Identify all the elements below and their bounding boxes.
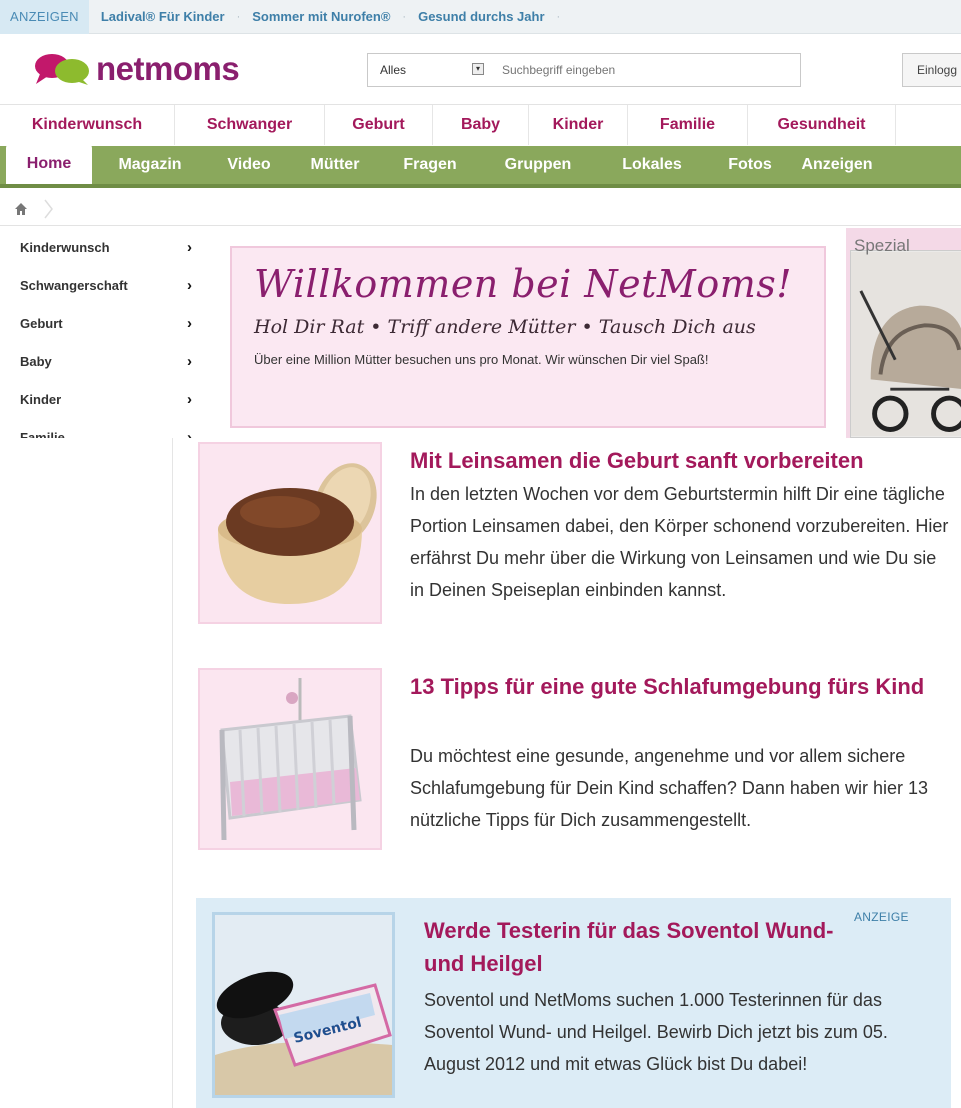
sponsored-links-bar: ANZEIGEN Ladival® Für Kinder · Sommer mi…	[0, 0, 961, 34]
tab-muetter[interactable]: Mütter	[290, 146, 380, 184]
sidebar-item-kinder[interactable]: Kinder ›	[0, 380, 212, 418]
spezial-label: Spezial	[854, 236, 910, 255]
sidebar-item-label: Kinder	[20, 391, 62, 407]
ad-link-gesund[interactable]: Gesund durchs Jahr	[406, 9, 556, 24]
main-nav: Home Magazin Video Mütter Fragen Gruppen…	[0, 144, 961, 188]
sidebar-item-label: Kinderwunsch	[20, 239, 110, 255]
ad-thumbnail[interactable]: Soventol	[212, 912, 395, 1098]
cat-baby[interactable]: Baby	[433, 105, 529, 145]
sidebar-item-label: Geburt	[20, 315, 63, 331]
welcome-title: Willkommen bei NetMoms!	[254, 262, 793, 306]
spezial-panel: Spezial	[846, 228, 961, 438]
speech-bubbles-icon	[35, 54, 89, 85]
tab-fotos[interactable]: Fotos	[708, 146, 792, 184]
ad-teaser: Soventol und NetMoms suchen 1.000 Tester…	[424, 990, 888, 1074]
home-icon[interactable]	[14, 202, 28, 216]
article-teaser: Du möchtest eine gesunde, angenehme und …	[410, 746, 929, 830]
breadcrumb	[0, 192, 961, 226]
netmoms-logo[interactable]: netmoms	[32, 50, 240, 88]
column-divider	[172, 438, 173, 1108]
sidebar-item-schwangerschaft[interactable]: Schwangerschaft ›	[0, 266, 212, 304]
article-teaser: In den letzten Wochen vor dem Geburtster…	[410, 484, 949, 600]
chevron-right-icon: ›	[187, 276, 192, 294]
tab-video[interactable]: Video	[208, 146, 290, 184]
cat-schwanger[interactable]: Schwanger	[175, 105, 325, 145]
sidebar-item-label: Familie	[20, 429, 65, 439]
stroller-icon	[851, 251, 961, 437]
logo-wordmark: netmoms	[96, 50, 240, 87]
cat-familie[interactable]: Familie	[628, 105, 748, 145]
stroller-image[interactable]	[850, 250, 961, 438]
dropdown-arrow-icon[interactable]: ▾	[472, 63, 484, 75]
ad-link-ladival[interactable]: Ladival® Für Kinder	[89, 9, 237, 24]
welcome-subtitle: Hol Dir Rat • Triff andere Mütter • Taus…	[254, 316, 756, 338]
category-nav: Kinderwunsch Schwanger Geburt Baby Kinde…	[0, 104, 961, 145]
separator-dot: ·	[556, 10, 561, 23]
sidebar-item-geburt[interactable]: Geburt ›	[0, 304, 212, 342]
sidebar-item-label: Baby	[20, 353, 52, 369]
search-scope-value: Alles	[380, 63, 407, 77]
article-thumbnail[interactable]	[198, 442, 382, 624]
search-bar: Alles ▾	[367, 53, 801, 87]
tab-anzeigen[interactable]: Anzeigen	[792, 146, 882, 184]
site-header: netmoms Alles ▾ Einlogg	[0, 34, 961, 102]
ad-title[interactable]: Werde Testerin für das Soventol Wund- un…	[424, 914, 844, 980]
sidebar-item-familie[interactable]: Familie ›	[0, 418, 212, 439]
welcome-text: Über eine Million Mütter besuchen uns pr…	[254, 352, 709, 367]
sidebar-item-label: Schwangerschaft	[20, 277, 128, 293]
sunglasses-product-icon: Soventol	[215, 915, 392, 1095]
sidebar-nav: Kinderwunsch › Schwangerschaft › Geburt › B…	[0, 228, 212, 439]
flaxseed-bowl-icon	[218, 463, 377, 604]
tab-home[interactable]: Home	[6, 144, 92, 184]
search-scope-select[interactable]: Alles ▾	[368, 54, 498, 86]
crib-icon	[219, 678, 362, 841]
login-button[interactable]: Einlogg	[902, 53, 961, 87]
chevron-right-icon: ›	[187, 238, 192, 256]
sidebar-item-kinderwunsch[interactable]: Kinderwunsch ›	[0, 228, 212, 266]
breadcrumb-chevron-icon	[44, 199, 53, 218]
cat-gesundheit[interactable]: Gesundheit	[748, 105, 896, 145]
article-thumbnail[interactable]	[198, 668, 382, 850]
cat-geburt[interactable]: Geburt	[325, 105, 433, 145]
ads-label: ANZEIGEN	[0, 0, 89, 34]
article-title[interactable]: Mit Leinsamen die Geburt sanft vorbereit…	[410, 444, 950, 477]
article-title[interactable]: 13 Tipps für eine gute Schlafumgebung fü…	[410, 670, 950, 703]
search-input[interactable]	[498, 55, 800, 85]
chevron-right-icon: ›	[187, 390, 192, 408]
cat-kinder[interactable]: Kinder	[529, 105, 628, 145]
tab-lokales[interactable]: Lokales	[596, 146, 708, 184]
sponsored-badge: ANZEIGE	[854, 910, 909, 924]
tab-fragen[interactable]: Fragen	[380, 146, 480, 184]
chevron-right-icon: ›	[187, 428, 192, 439]
ad-link-nurofen[interactable]: Sommer mit Nurofen®	[240, 9, 402, 24]
tab-magazin[interactable]: Magazin	[92, 146, 208, 184]
chevron-right-icon: ›	[187, 314, 192, 332]
tab-gruppen[interactable]: Gruppen	[480, 146, 596, 184]
welcome-banner: Willkommen bei NetMoms! Hol Dir Rat • Tr…	[230, 246, 826, 428]
sidebar-item-baby[interactable]: Baby ›	[0, 342, 212, 380]
cat-kinderwunsch[interactable]: Kinderwunsch	[0, 105, 175, 145]
chevron-right-icon: ›	[187, 352, 192, 370]
